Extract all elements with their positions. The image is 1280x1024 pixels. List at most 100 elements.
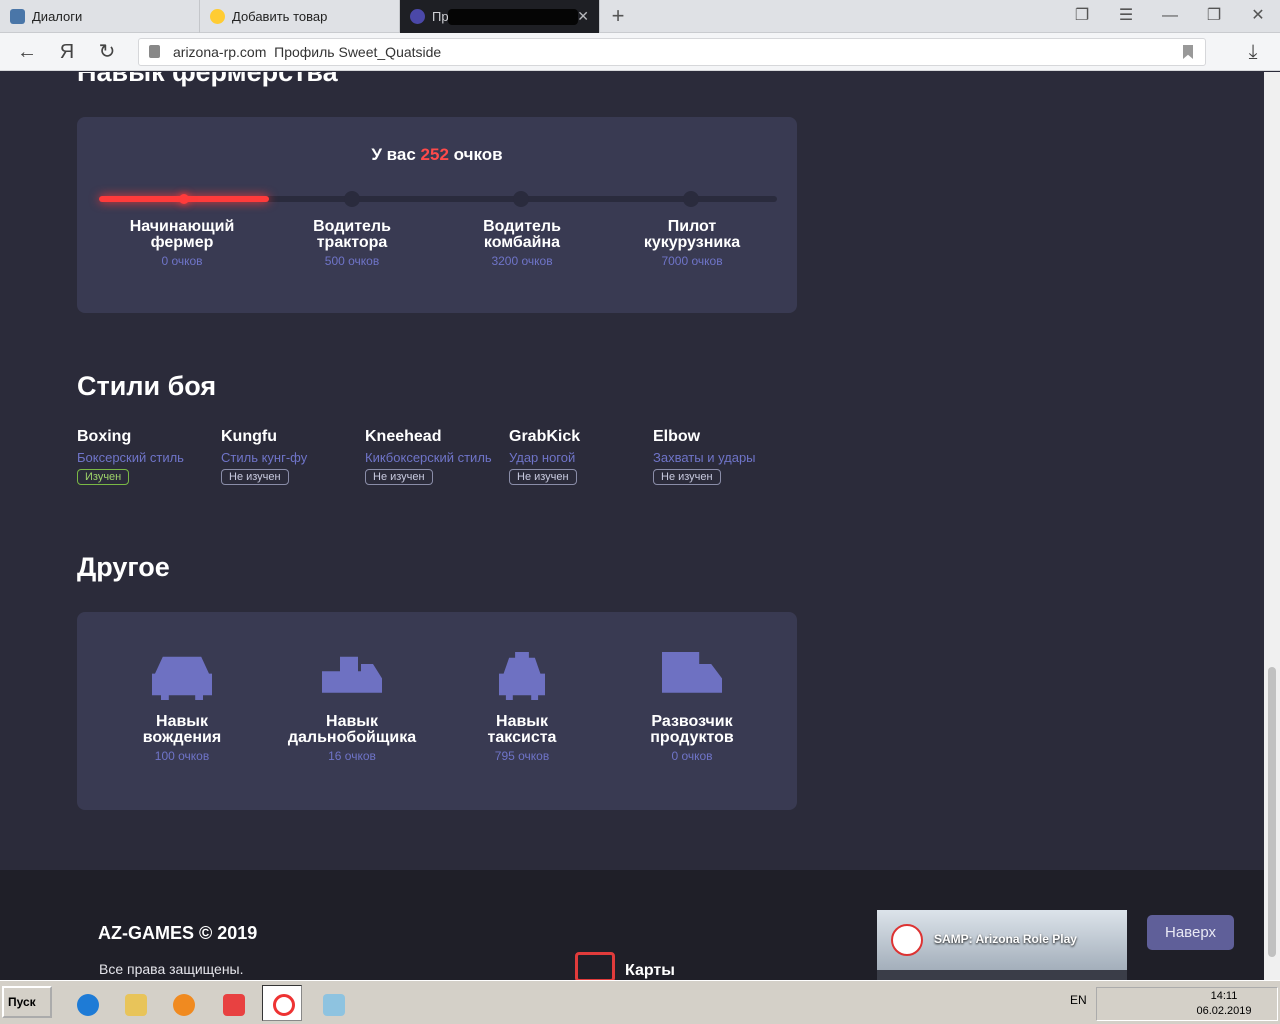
restore-icon[interactable]: ❐ <box>1200 4 1228 28</box>
level-points: 500 очков <box>324 254 380 268</box>
tab-add-product[interactable]: Добавить товар <box>200 0 400 33</box>
close-tab-icon[interactable]: ✕ <box>577 0 589 33</box>
new-tab-button[interactable]: + <box>606 3 630 29</box>
style-name: Kungfu <box>221 428 277 445</box>
download-icon[interactable]: ⤓ <box>1240 39 1266 65</box>
maps-link[interactable]: Карты <box>625 962 675 980</box>
fight-style-item: Kungfu Стиль кунг-фу Не изучен <box>221 428 365 485</box>
address-bar-row: ← Я ↻ arizona-rp.com Профиль Sweet_Quats… <box>0 33 1280 71</box>
vk-group-widget[interactable]: SAMP: Arizona Role Play <box>877 910 1127 980</box>
notepad-taskbar-icon[interactable] <box>312 985 352 1021</box>
tab-dialogs[interactable]: Диалоги <box>0 0 200 33</box>
close-window-icon[interactable]: ✕ <box>1244 4 1272 28</box>
ie-taskbar-icon[interactable] <box>66 985 106 1021</box>
yandex-taskbar-icon[interactable] <box>212 985 252 1021</box>
style-name: Kneehead <box>365 428 442 445</box>
bookmark-icon[interactable] <box>1183 45 1193 59</box>
tab-label: Пр <box>432 9 449 24</box>
fight-style-item: Elbow Захваты и удары Не изучен <box>653 428 797 485</box>
level-dot <box>683 191 699 207</box>
van-icon <box>662 652 722 693</box>
vk-icon <box>10 9 25 24</box>
level-points: 0 очков <box>161 254 203 268</box>
style-name: Boxing <box>77 428 132 445</box>
url-page-title: Профиль Sweet_Quatside <box>274 44 442 60</box>
language-indicator[interactable]: EN <box>1070 993 1087 1007</box>
yandex-browser-icon <box>273 994 295 1016</box>
skill-points: 16 очков <box>328 749 376 763</box>
skill-item: Навык дальнобойщика 16 очков <box>267 652 437 763</box>
level-name: Водитель комбайна <box>483 218 561 251</box>
fight-style-item: Boxing Боксерский стиль Изучен <box>77 428 221 485</box>
yandex-icon <box>223 994 245 1016</box>
status-badge: Не изучен <box>653 469 721 485</box>
minimize-icon[interactable]: — <box>1156 4 1184 28</box>
style-name: GrabKick <box>509 428 581 445</box>
clock-date: 06.02.2019 <box>1196 1005 1252 1017</box>
collections-icon[interactable]: ❐ <box>1068 4 1096 28</box>
lock-icon <box>149 45 160 58</box>
url-field[interactable]: arizona-rp.com Профиль Sweet_Quatside <box>138 38 1206 66</box>
style-desc: Стиль кунг-фу <box>221 450 308 465</box>
skill-name-line1: Развозчик <box>651 713 733 730</box>
style-name: Elbow <box>653 428 701 445</box>
widget-bar <box>877 970 1127 980</box>
farming-card: У вас 252 очков Начинающий фермер 0 очков… <box>77 117 797 313</box>
skill-name-line2: продуктов <box>650 729 734 746</box>
reload-icon[interactable]: ↻ <box>94 39 120 65</box>
farming-progress-track <box>99 191 777 207</box>
skill-name-line2: вождения <box>142 729 222 746</box>
points-line: У вас 252 очков <box>77 145 797 165</box>
level-name: Начинающий фермер <box>129 218 235 251</box>
yandex-icon[interactable]: Я <box>54 39 80 65</box>
notepad-icon <box>323 994 345 1016</box>
copyright: AZ-GAMES © 2019 <box>98 923 258 943</box>
level-item: Водитель трактора 500 очков <box>267 219 437 269</box>
level-dot <box>179 194 189 204</box>
fight-style-item: Kneehead Кикбоксерский стиль Не изучен <box>365 428 509 485</box>
skill-name-line1: Навык <box>326 713 378 730</box>
level-item: Пилот кукурузника 7000 очков <box>607 219 777 269</box>
skill-points: 0 очков <box>671 749 713 763</box>
fight-style-item: GrabKick Удар ногой Не изучен <box>509 428 653 485</box>
level-dot <box>344 191 360 207</box>
footer: AZ-GAMES © 2019 Все права защищены. Карт… <box>0 870 1264 980</box>
style-desc: Боксерский стиль <box>77 450 184 465</box>
back-icon[interactable]: ← <box>14 39 40 65</box>
map-icon[interactable] <box>575 952 615 980</box>
fighting-heading: Стили боя <box>77 371 217 401</box>
style-desc: Захваты и удары <box>653 450 756 465</box>
clock[interactable]: 14:11 06.02.2019 <box>1194 989 1254 1019</box>
status-badge: Не изучен <box>221 469 289 485</box>
page-content: Навык фермерства У вас 252 очков Начинаю… <box>0 72 1264 980</box>
group-avatar <box>891 924 923 956</box>
media-player-taskbar-icon[interactable] <box>162 985 202 1021</box>
page-scrollbar[interactable] <box>1264 72 1280 980</box>
skill-item: Навык вождения 100 очков <box>97 652 267 763</box>
to-top-button[interactable]: Наверх <box>1147 915 1234 950</box>
level-dot <box>513 191 529 207</box>
menu-icon[interactable]: ☰ <box>1112 4 1140 28</box>
widget-title: SAMP: Arizona Role Play <box>934 932 1077 946</box>
yandex-browser-taskbar-icon[interactable] <box>262 985 302 1021</box>
skill-points: 100 очков <box>154 749 210 763</box>
skill-name-line1: Навык <box>496 713 548 730</box>
points-prefix: У вас <box>371 145 416 164</box>
style-desc: Кикбоксерский стиль <box>365 450 492 465</box>
status-badge: Не изучен <box>509 469 577 485</box>
taskbar: Пуск EN 14:11 06.02.2019 <box>0 980 1280 1024</box>
skill-name-line2: таксиста <box>487 729 557 746</box>
skill-name-line1: Навык <box>156 713 208 730</box>
start-button[interactable]: Пуск <box>2 986 52 1018</box>
media-icon <box>173 994 195 1016</box>
skill-points: 795 очков <box>494 749 550 763</box>
tab-profile-active[interactable]: Пр ✕ <box>400 0 600 33</box>
other-heading: Другое <box>77 552 170 582</box>
explorer-taskbar-icon[interactable] <box>114 985 154 1021</box>
redaction-mark <box>448 9 578 25</box>
scrollbar-thumb[interactable] <box>1268 667 1276 957</box>
coin-icon <box>210 9 225 24</box>
level-points: 7000 очков <box>661 254 723 268</box>
points-suffix: очков <box>453 145 503 164</box>
car-icon <box>152 656 212 700</box>
